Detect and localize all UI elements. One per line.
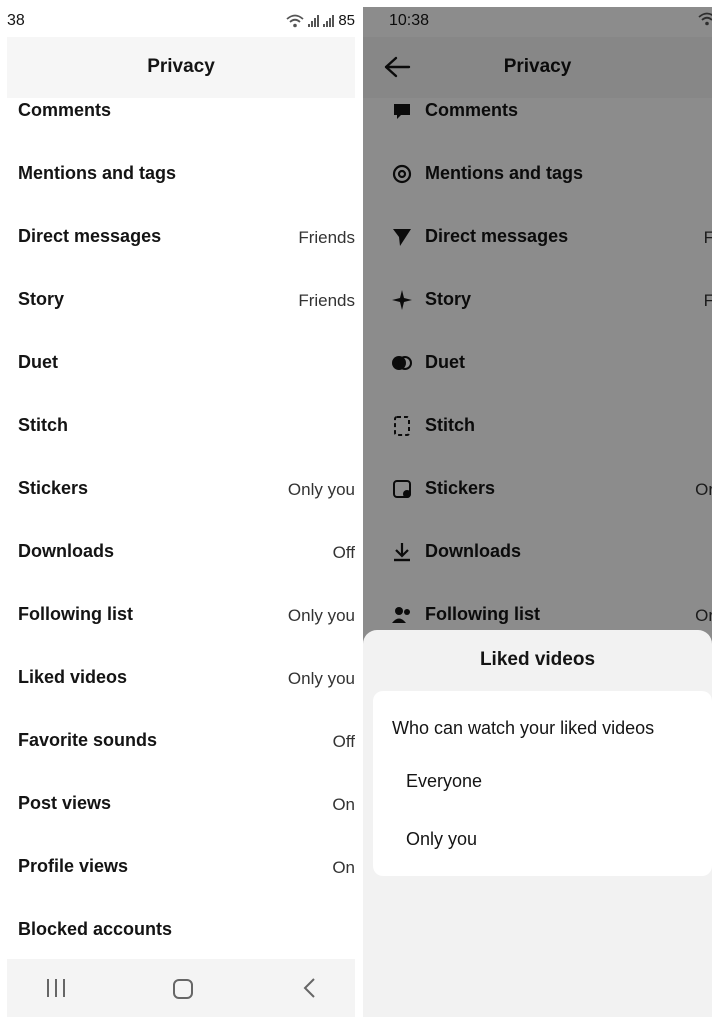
settings-row-label: Stickers: [18, 478, 89, 498]
settings-row-label: Blocked accounts: [18, 919, 173, 939]
settings-row-label: Mentions and tags: [18, 163, 177, 183]
settings-row[interactable]: Post views On: [7, 785, 355, 825]
settings-row-label: Comments: [18, 100, 112, 120]
settings-row-label: Direct messages: [18, 226, 162, 246]
settings-row-label: Liked videos: [18, 667, 128, 687]
settings-row-label: Duet: [18, 352, 58, 372]
settings-row-value: Only you: [287, 669, 355, 688]
recent-apps-icon[interactable]: [47, 979, 65, 997]
settings-row-label: Downloads: [18, 541, 115, 561]
settings-row[interactable]: Stickers Only you: [7, 470, 355, 510]
settings-row[interactable]: Stitch: [7, 407, 355, 447]
settings-row[interactable]: Mentions and tags: [7, 155, 355, 195]
wifi-icon: [286, 14, 304, 27]
settings-row-label: Following list: [18, 604, 133, 624]
settings-row-value: Off: [332, 732, 355, 751]
settings-row-label: Profile views: [18, 856, 129, 876]
settings-row-value: Only you: [287, 606, 355, 625]
settings-row[interactable]: Story Friends: [7, 281, 355, 321]
settings-row-value: Friends: [298, 228, 355, 247]
settings-row[interactable]: Duet: [7, 344, 355, 384]
settings-row[interactable]: Direct messages Friends: [7, 218, 355, 258]
liked-videos-sheet: Liked videos Who can watch your liked vi…: [363, 630, 712, 1017]
left-screen: 38 85 Privacy Comments Mentions and tags D…: [7, 7, 355, 1017]
options-card: Who can watch your liked videos Everyone…: [373, 691, 712, 876]
settings-row[interactable]: Profile views On: [7, 848, 355, 888]
home-icon[interactable]: [173, 979, 193, 999]
status-bar: 38 85: [7, 7, 355, 37]
settings-row[interactable]: Blocked accounts: [7, 911, 355, 951]
settings-row-value: On: [332, 795, 355, 814]
back-nav-icon[interactable]: [300, 977, 320, 999]
header: Privacy: [7, 37, 355, 98]
signal-icon-2: [323, 14, 335, 27]
settings-row[interactable]: Liked videos Only you: [7, 659, 355, 699]
settings-row-value: Off: [332, 543, 355, 562]
settings-row[interactable]: Comments: [7, 92, 355, 132]
right-screen: 10:38 Privacy Comments Mentions and tags D…: [363, 7, 712, 1017]
page-title: Privacy: [147, 56, 215, 77]
settings-row-value: Friends: [298, 291, 355, 310]
battery-level: 85: [338, 12, 355, 29]
option-only-you[interactable]: Only you: [406, 829, 477, 850]
status-icons: 85: [286, 12, 355, 29]
settings-row-value: On: [332, 858, 355, 877]
settings-row-label: Story: [18, 289, 65, 309]
option-everyone[interactable]: Everyone: [406, 771, 482, 792]
system-nav-bar: [7, 959, 355, 1017]
settings-row-label: Stitch: [18, 415, 69, 435]
settings-row[interactable]: Downloads Off: [7, 533, 355, 573]
sheet-title: Liked videos: [479, 649, 596, 670]
sheet-question: Who can watch your liked videos: [392, 718, 655, 738]
settings-row-label: Favorite sounds: [18, 730, 158, 750]
signal-icon: [308, 14, 320, 27]
settings-row[interactable]: Following list Only you: [7, 596, 355, 636]
settings-row-value: Only you: [287, 480, 355, 499]
status-time: 38: [7, 12, 25, 29]
settings-row[interactable]: Favorite sounds Off: [7, 722, 355, 762]
settings-row-label: Post views: [18, 793, 112, 813]
